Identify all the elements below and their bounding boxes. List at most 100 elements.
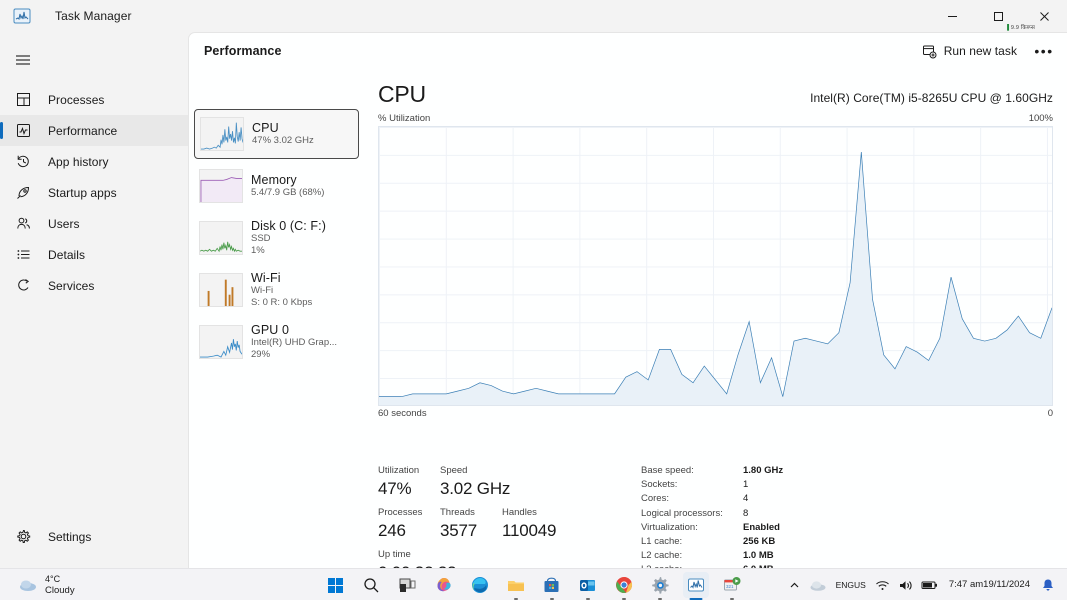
- stat-processes: Processes 246: [378, 506, 440, 542]
- x-axis-label: 60 seconds: [378, 408, 427, 419]
- volume-button[interactable]: [894, 572, 917, 598]
- sidebar-item-startup-apps[interactable]: Startup apps: [0, 177, 188, 208]
- artifact-bar-icon: ▐: [1005, 25, 1010, 31]
- resource-list: CPU 47% 3.02 GHz Memory 5.4/7.9 GB (68%): [189, 69, 364, 569]
- gpu-sparkline: [199, 325, 243, 359]
- sidebar-item-label: Settings: [48, 529, 92, 544]
- sidebar-item-label: Processes: [48, 92, 105, 107]
- system-tray: ENG US 7:47 am 19/11/2024: [784, 569, 1067, 600]
- sidebar-nav: Processes Performance App history Startu…: [0, 84, 188, 301]
- resource-card-cpu[interactable]: CPU 47% 3.02 GHz: [194, 109, 359, 159]
- spec-value: 256 KB: [743, 536, 776, 548]
- performance-icon: [15, 122, 32, 139]
- copilot-button[interactable]: [431, 572, 457, 598]
- gear-icon: [15, 528, 32, 545]
- battery-button[interactable]: [917, 572, 942, 598]
- run-new-task-icon: [922, 45, 937, 58]
- sidebar-item-performance[interactable]: Performance: [0, 115, 188, 146]
- stat-handles: Handles 110049: [502, 506, 580, 542]
- task-view-icon: [399, 578, 416, 592]
- stat-speed: Speed 3.02 GHz: [440, 464, 555, 500]
- resource-card-disk[interactable]: Disk 0 (C: F:) SSD 1%: [194, 213, 359, 263]
- speaker-icon: [899, 580, 912, 590]
- spec-value: 4: [743, 493, 749, 505]
- y-axis-label: % Utilization: [378, 113, 431, 124]
- stat-value: 47%: [378, 479, 412, 498]
- resource-name: Disk 0 (C: F:): [251, 219, 327, 233]
- outlook-button[interactable]: [575, 572, 601, 600]
- sidebar-item-label: Startup apps: [48, 185, 117, 200]
- sidebar-item-label: App history: [48, 154, 109, 169]
- history-icon: [15, 153, 32, 170]
- stat-label: Speed: [440, 465, 468, 476]
- spec-value: 8: [743, 507, 749, 519]
- task-manager-button[interactable]: [682, 572, 709, 600]
- stat-label: Handles: [502, 507, 537, 518]
- sidebar: Processes Performance App history Startu…: [0, 32, 188, 568]
- svg-text:321: 321: [726, 584, 734, 589]
- cpu-sparkline: [200, 117, 244, 151]
- stat-label: Processes: [378, 507, 423, 518]
- resource-card-wifi[interactable]: Wi-Fi Wi-Fi S: 0 R: 0 Kbps: [194, 265, 359, 315]
- language-code: ENG: [835, 580, 855, 590]
- sidebar-item-users[interactable]: Users: [0, 208, 188, 239]
- spec-row: L2 cache: 1.0 MB: [641, 549, 783, 563]
- settings-button[interactable]: [647, 572, 673, 600]
- graph-axis-bottom: 60 seconds 0: [378, 408, 1053, 419]
- memory-sparkline: [199, 169, 243, 203]
- task-view-button[interactable]: [395, 572, 421, 598]
- stat-value: 3577: [440, 521, 478, 540]
- file-explorer-button[interactable]: [503, 572, 529, 600]
- notification-button[interactable]: [1037, 572, 1059, 598]
- stat-value: 3.02 GHz: [440, 479, 511, 498]
- content-surface: Performance Run new task ••• CPU 47% 3.0…: [188, 32, 1067, 582]
- spec-value: 1: [743, 479, 749, 491]
- resource-card-gpu[interactable]: GPU 0 Intel(R) UHD Grap... 29%: [194, 317, 359, 367]
- sidebar-item-processes[interactable]: Processes: [0, 84, 188, 115]
- run-new-task-label: Run new task: [943, 44, 1017, 58]
- tray-weather-icon-button[interactable]: [805, 572, 831, 598]
- folder-icon: [507, 580, 524, 591]
- taskbar: 4°C Cloudy 321 ENG US 7:47 am 19/11/2024: [0, 568, 1067, 600]
- resource-name: Memory: [251, 173, 297, 187]
- video-editor-button[interactable]: 321: [719, 572, 745, 600]
- spec-key: Cores:: [641, 493, 669, 505]
- resource-card-memory[interactable]: Memory 5.4/7.9 GB (68%): [194, 161, 359, 211]
- spec-key: Base speed:: [641, 465, 694, 476]
- task-manager-icon: [687, 578, 704, 592]
- rocket-icon: [15, 184, 32, 201]
- resource-sub1: SSD: [251, 233, 271, 244]
- stat-label: Threads: [440, 507, 475, 518]
- run-new-task-button[interactable]: Run new task: [914, 38, 1025, 64]
- sidebar-item-services[interactable]: Services: [0, 270, 188, 301]
- edge-icon: [471, 577, 488, 593]
- edge-button[interactable]: [467, 572, 493, 598]
- sidebar-item-settings[interactable]: Settings: [0, 521, 188, 552]
- search-button[interactable]: [359, 572, 385, 598]
- chrome-button[interactable]: [611, 572, 637, 600]
- minimize-button[interactable]: [929, 0, 975, 32]
- resource-sub2: S: 0 R: 0 Kbps: [251, 297, 313, 308]
- wifi-status-button[interactable]: [871, 572, 894, 598]
- language-indicator[interactable]: ENG US: [831, 572, 871, 598]
- stat-label: Utilization: [378, 465, 420, 476]
- clock[interactable]: 7:47 am 19/11/2024: [942, 572, 1037, 598]
- cpu-graph-plot: [379, 127, 1052, 405]
- microsoft-store-button[interactable]: [539, 572, 565, 600]
- tray-expand-button[interactable]: [784, 572, 805, 598]
- page-title: Performance: [204, 44, 282, 58]
- chevron-up-icon: [790, 582, 799, 587]
- services-icon: [15, 277, 32, 294]
- sidebar-item-label: Services: [48, 278, 95, 293]
- sidebar-item-app-history[interactable]: App history: [0, 146, 188, 177]
- more-options-button[interactable]: •••: [1029, 38, 1059, 64]
- spec-key: L2 cache:: [641, 550, 683, 562]
- page-toolbar: Performance Run new task •••: [189, 33, 1067, 69]
- hamburger-menu-button[interactable]: [0, 42, 188, 78]
- sidebar-item-details[interactable]: Details: [0, 239, 188, 270]
- start-button[interactable]: [323, 572, 349, 598]
- hamburger-icon: [16, 55, 30, 65]
- spec-key: Virtualization:: [641, 521, 698, 533]
- resource-name: Wi-Fi: [251, 271, 281, 285]
- search-icon: [364, 577, 379, 592]
